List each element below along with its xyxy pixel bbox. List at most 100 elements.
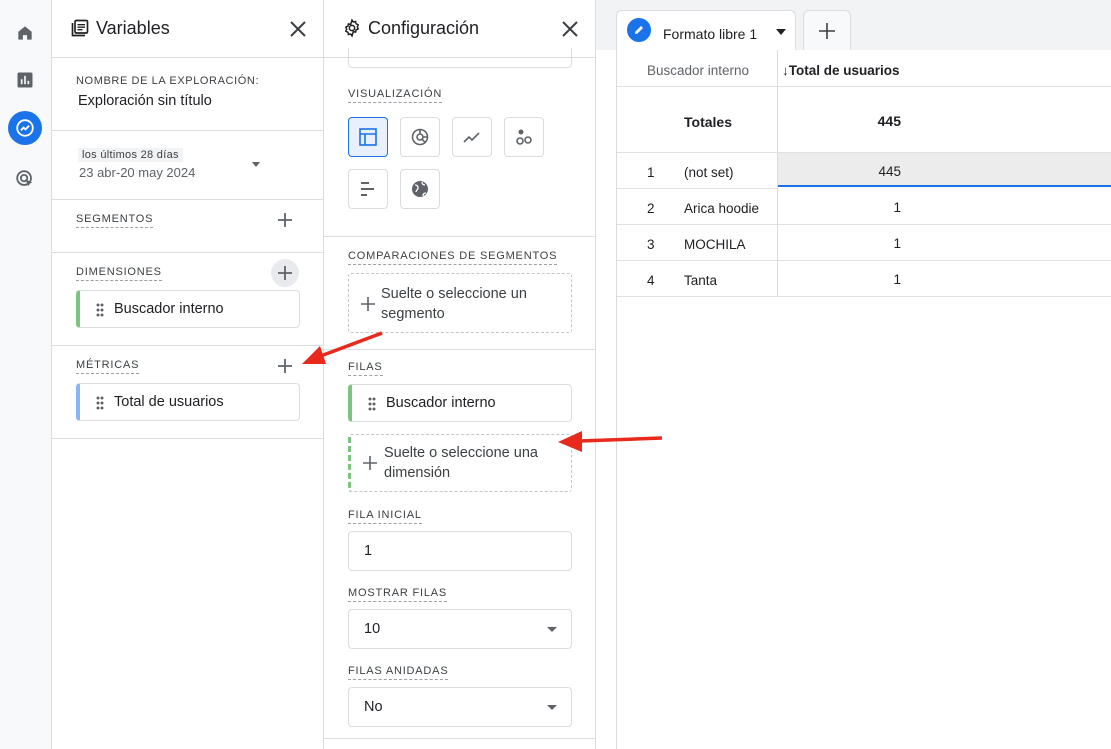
nested-rows-select[interactable]: No	[348, 687, 572, 727]
row-index: 3	[647, 237, 655, 252]
plus-icon	[819, 22, 835, 39]
dimensions-section: DIMENSIONES Buscador interno	[52, 253, 323, 346]
advertising-icon[interactable]	[8, 162, 42, 196]
add-dimension-button[interactable]	[271, 259, 299, 287]
table-viz-button[interactable]	[348, 117, 388, 157]
nested-rows-label: FILAS ANIDADAS	[348, 665, 449, 680]
totals-label: Totales	[684, 114, 732, 130]
metrics-label: MÉTRICAS	[76, 359, 140, 374]
row-dimension-chip-label: Buscador interno	[386, 395, 496, 411]
date-range-text: 23 abr-20 may 2024	[79, 165, 196, 180]
globe-icon	[412, 181, 428, 197]
tab-label: Formato libre 1	[663, 26, 758, 42]
visualization-section: VISUALIZACIÓN	[324, 68, 595, 237]
visualization-label: VISUALIZACIÓN	[348, 88, 443, 103]
row-drop-zone[interactable]: Suelte o seleccione una dimensión	[348, 434, 572, 492]
show-rows-label: MOSTRAR FILAS	[348, 587, 448, 602]
reports-icon[interactable]	[8, 63, 42, 97]
close-icon[interactable]	[289, 20, 307, 43]
section-divider	[324, 738, 595, 739]
configuration-title: Configuración	[368, 18, 480, 38]
show-rows-select[interactable]: 10	[348, 609, 572, 649]
metric-column-header[interactable]: ↓Total de usuarios	[782, 63, 900, 78]
line-viz-button[interactable]	[452, 117, 492, 157]
scatter-viz-button[interactable]	[504, 117, 544, 157]
tab-formato-libre[interactable]: Formato libre 1	[616, 10, 796, 50]
home-icon[interactable]	[8, 16, 42, 50]
row-metric-value: 1	[893, 236, 901, 251]
dropdown-arrow-icon	[547, 627, 557, 632]
drag-handle-icon[interactable]	[96, 303, 104, 321]
row-metric-value: 1	[893, 200, 901, 215]
drag-handle-icon[interactable]	[96, 396, 104, 414]
table-icon	[359, 128, 377, 146]
row-metric-value: 1	[893, 272, 901, 287]
free-form-table: Buscador interno ↓Total de usuarios Tota…	[616, 50, 1111, 749]
date-dropdown-icon[interactable]	[252, 162, 260, 167]
dimension-chip-label: Buscador interno	[114, 301, 224, 317]
metric-chip-label: Total de usuarios	[114, 394, 224, 410]
totals-value: 445	[877, 113, 901, 129]
tab-menu-icon[interactable]	[776, 29, 786, 35]
dimension-column-header[interactable]: Buscador interno	[647, 63, 749, 78]
nested-rows-value: No	[364, 699, 383, 715]
rows-label: FILAS	[348, 361, 383, 376]
date-range-section[interactable]: los últimos 28 días 23 abr-20 may 2024	[52, 131, 323, 200]
close-icon[interactable]	[561, 20, 579, 43]
row-dimension-chip[interactable]: Buscador interno	[348, 384, 572, 422]
pencil-icon	[627, 18, 651, 42]
line-chart-icon	[463, 132, 480, 143]
explore-icon[interactable]	[8, 111, 42, 145]
plus-icon	[361, 297, 375, 317]
segment-comparisons-section: COMPARACIONES DE SEGMENTOS Suelte o sele…	[324, 237, 595, 350]
start-row-label: FILA INICIAL	[348, 509, 422, 524]
header-divider	[617, 86, 1111, 87]
add-tab-button[interactable]	[803, 10, 851, 50]
gear-icon	[342, 18, 362, 43]
donut-chart-icon	[411, 128, 429, 146]
dimension-chip[interactable]: Buscador interno	[76, 290, 300, 328]
row-dimension-value: MOCHILA	[684, 237, 746, 252]
donut-viz-button[interactable]	[400, 117, 440, 157]
row-index: 2	[647, 201, 655, 216]
row-index: 1	[647, 165, 655, 180]
tab-bar: Formato libre 1	[596, 0, 1111, 50]
exploration-name-input[interactable]: Exploración sin título	[78, 93, 212, 109]
exploration-canvas: Formato libre 1 Buscador interno ↓Total …	[596, 0, 1111, 749]
segment-drop-zone[interactable]: Suelte o seleccione un segmento	[348, 273, 572, 333]
row-divider	[617, 260, 1111, 261]
start-row-value: 1	[364, 543, 373, 559]
scatter-plot-icon	[516, 129, 532, 145]
row-dimension-value: (not set)	[684, 165, 734, 180]
plus-icon	[363, 456, 377, 476]
segment-comparisons-label: COMPARACIONES DE SEGMENTOS	[348, 250, 558, 265]
add-segment-button[interactable]	[271, 206, 299, 234]
dimensions-label: DIMENSIONES	[76, 266, 162, 281]
row-drop-text: Suelte o seleccione una dimensión	[384, 445, 538, 481]
scrolled-field-remnant	[348, 48, 572, 68]
row-index: 4	[647, 273, 655, 288]
dropdown-arrow-icon	[547, 705, 557, 710]
segment-drop-text: Suelte o seleccione un segmento	[381, 286, 527, 322]
add-metric-button[interactable]	[271, 352, 299, 380]
row-divider	[617, 224, 1111, 225]
start-row-input[interactable]: 1	[348, 531, 572, 571]
row-metric-value: 445	[878, 164, 901, 179]
left-nav-rail	[0, 0, 52, 749]
drag-handle-icon[interactable]	[368, 397, 376, 415]
show-rows-value: 10	[364, 621, 381, 637]
exploration-name-section: NOMBRE DE LA EXPLORACIÓN: Exploración si…	[52, 58, 323, 131]
bar-viz-button[interactable]	[348, 169, 388, 209]
row-dimension-value: Tanta	[684, 273, 718, 288]
row-divider	[617, 296, 1111, 297]
metrics-section: MÉTRICAS Total de usuarios	[52, 346, 323, 439]
row-dimension-value: Arica hoodie	[684, 201, 760, 216]
segments-section: SEGMENTOS	[52, 200, 323, 253]
rows-section: FILAS Buscador interno Suelte o seleccio…	[324, 350, 595, 749]
segments-label: SEGMENTOS	[76, 213, 154, 228]
bar-chart-icon	[361, 182, 374, 196]
metric-chip[interactable]: Total de usuarios	[76, 383, 300, 421]
configuration-panel: Configuración VISUALIZACIÓN COMPARACIONE…	[324, 0, 596, 749]
variables-icon	[70, 18, 90, 43]
geo-viz-button[interactable]	[400, 169, 440, 209]
